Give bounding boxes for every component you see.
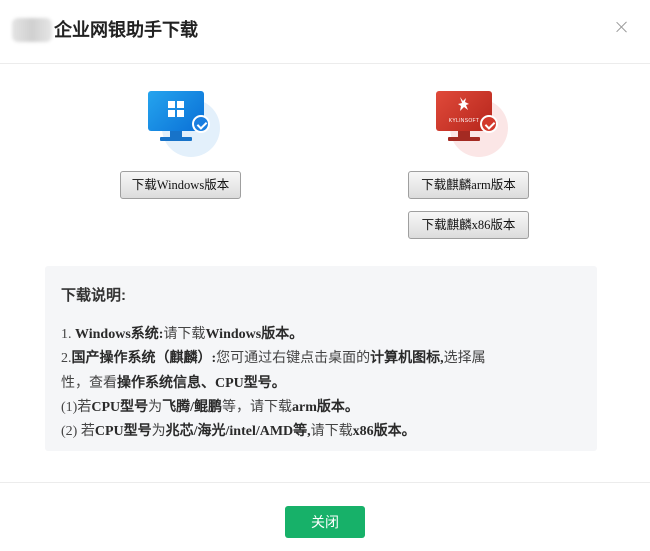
dialog-title: 企业网银助手下载 <box>54 20 198 40</box>
blurred-logo <box>12 18 52 42</box>
instructions-title: 下载说明: <box>61 287 126 304</box>
close-button[interactable]: 关闭 <box>285 506 365 538</box>
instruction-line-5: (2) 若CPU型号为兆芯/海光/intel/AMD等,请下载x86版本。 <box>61 424 416 439</box>
instruction-line-4: (1)若CPU型号为飞腾/鲲鹏等，请下载arm版本。 <box>61 400 359 415</box>
kylin-monitor-icon: KYLINSOFT <box>436 91 508 161</box>
windows-monitor-icon <box>148 91 220 161</box>
shield-check-icon <box>192 115 210 133</box>
download-kylin-arm-button[interactable]: 下载麒麟arm版本 <box>408 171 529 199</box>
windows-logo-icon <box>168 101 184 117</box>
instruction-line-3: 性，查看操作系统信息、CPU型号。 <box>61 376 286 391</box>
dialog-header: 企业网银助手下载 <box>0 0 650 64</box>
instruction-line-1: 1. Windows系统:请下载Windows版本。 <box>61 327 304 342</box>
kylin-logo-icon <box>458 97 469 111</box>
shield-check-icon <box>480 115 498 133</box>
download-windows-button[interactable]: 下载Windows版本 <box>120 171 241 199</box>
download-kylin-x86-button[interactable]: 下载麒麟x86版本 <box>408 211 529 239</box>
close-icon[interactable] <box>612 18 632 38</box>
download-instructions-panel: 下载说明: 1. Windows系统:请下载Windows版本。 2.国产操作系… <box>45 266 597 451</box>
download-dialog: 企业网银助手下载 KYLINSOFT 下载Windows版本 下载麒麟arm版本… <box>0 0 650 551</box>
instruction-line-2: 2.国产操作系统（麒麟）:您可通过右键点击桌面的计算机图标,选择属 <box>61 351 486 366</box>
